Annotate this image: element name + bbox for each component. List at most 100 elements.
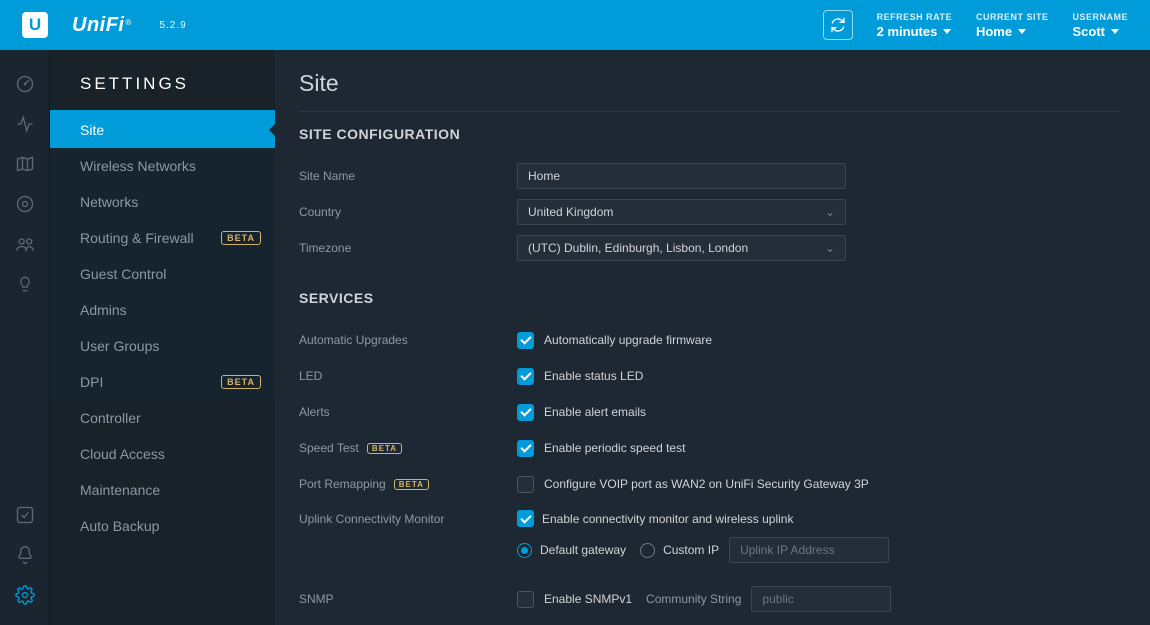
nav-devices[interactable] — [0, 184, 50, 224]
beta-badge: BETA — [221, 375, 261, 389]
sidebar-item-label: Routing & Firewall — [80, 230, 194, 246]
sidebar-item-label: Guest Control — [80, 266, 166, 282]
current-site-selector[interactable]: CURRENT SITE Home — [976, 12, 1049, 39]
section-services: SERVICES — [299, 290, 1122, 306]
timezone-select[interactable]: (UTC) Dublin, Edinburgh, Lisbon, London … — [517, 235, 846, 261]
port-remap-checkbox[interactable] — [517, 476, 534, 493]
sidebar-item-user-groups[interactable]: User Groups — [50, 328, 275, 364]
snmp-cs-input[interactable] — [751, 586, 891, 612]
nav-insights[interactable] — [0, 264, 50, 304]
led-checkbox[interactable] — [517, 368, 534, 385]
nav-events[interactable] — [0, 495, 50, 535]
settings-nav: SETTINGS Site Wireless Networks Networks Ro… — [50, 50, 275, 625]
sidebar-item-site[interactable]: Site — [50, 112, 275, 148]
snmp-label: SNMP — [299, 592, 517, 606]
speedtest-checkbox[interactable] — [517, 440, 534, 457]
sidebar-item-label: User Groups — [80, 338, 159, 354]
chevron-down-icon: ⌄ — [825, 241, 835, 255]
auto-upgrades-checkbox[interactable] — [517, 332, 534, 349]
check-square-icon — [15, 505, 35, 525]
country-select[interactable]: United Kingdom ⌄ — [517, 199, 846, 225]
uplink-default-gateway-radio[interactable] — [517, 543, 532, 558]
nav-dashboard[interactable] — [0, 64, 50, 104]
uplink-custom-ip-radio[interactable] — [640, 543, 655, 558]
site-name-label: Site Name — [299, 169, 517, 183]
speedtest-label: Speed Test — [299, 441, 359, 455]
uplink-default-gateway-text[interactable]: Default gateway — [540, 543, 626, 557]
chevron-down-icon: ⌄ — [825, 205, 835, 219]
chevron-down-icon — [1018, 29, 1026, 34]
beta-badge: BETA — [221, 231, 261, 245]
settings-title: SETTINGS — [50, 50, 275, 112]
sidebar-item-routing-firewall[interactable]: Routing & Firewall BETA — [50, 220, 275, 256]
port-remap-text[interactable]: Configure VOIP port as WAN2 on UniFi Sec… — [544, 477, 869, 491]
uplink-text[interactable]: Enable connectivity monitor and wireless… — [542, 512, 793, 526]
app-header: U UniFi® 5.2.9 REFRESH RATE 2 minutes CU… — [0, 0, 1150, 50]
led-text[interactable]: Enable status LED — [544, 369, 643, 383]
icon-strip — [0, 50, 50, 625]
map-icon — [15, 154, 35, 174]
nav-settings[interactable] — [0, 575, 50, 615]
sidebar-item-auto-backup[interactable]: Auto Backup — [50, 508, 275, 544]
alerts-checkbox[interactable] — [517, 404, 534, 421]
content-area: Site SITE CONFIGURATION Site Name Countr… — [275, 50, 1150, 625]
nav-alerts[interactable] — [0, 535, 50, 575]
chevron-down-icon — [943, 29, 951, 34]
snmp-checkbox[interactable] — [517, 591, 534, 608]
sidebar-item-label: Wireless Networks — [80, 158, 196, 174]
nav-clients[interactable] — [0, 224, 50, 264]
nav-statistics[interactable] — [0, 104, 50, 144]
sidebar-item-networks[interactable]: Networks — [50, 184, 275, 220]
sidebar-item-maintenance[interactable]: Maintenance — [50, 472, 275, 508]
country-label: Country — [299, 205, 517, 219]
uplink-custom-ip-text[interactable]: Custom IP — [663, 543, 719, 557]
sidebar-item-label: Networks — [80, 194, 138, 210]
activity-icon — [15, 114, 35, 134]
uplink-label: Uplink Connectivity Monitor — [299, 510, 517, 526]
sidebar-item-guest-control[interactable]: Guest Control — [50, 256, 275, 292]
beta-badge: BETA — [394, 479, 429, 490]
sidebar-item-admins[interactable]: Admins — [50, 292, 275, 328]
sidebar-item-label: Controller — [80, 410, 141, 426]
users-icon — [14, 234, 36, 254]
section-site-config: SITE CONFIGURATION — [299, 126, 1122, 142]
site-name-input[interactable] — [517, 163, 846, 189]
sidebar-item-dpi[interactable]: DPI BETA — [50, 364, 275, 400]
refresh-button[interactable] — [823, 10, 853, 40]
page-title: Site — [299, 70, 1122, 112]
speedtest-text[interactable]: Enable periodic speed test — [544, 441, 685, 455]
sidebar-item-label: Cloud Access — [80, 446, 165, 462]
sidebar-item-controller[interactable]: Controller — [50, 400, 275, 436]
circle-dot-icon — [15, 194, 35, 214]
lightbulb-icon — [16, 275, 34, 293]
uplink-checkbox[interactable] — [517, 510, 534, 527]
snmp-text[interactable]: Enable SNMPv1 — [544, 592, 632, 606]
gear-icon — [15, 585, 35, 605]
sidebar-item-label: Site — [80, 122, 104, 138]
brand-text: UniFi® — [72, 14, 131, 37]
sidebar-item-wireless-networks[interactable]: Wireless Networks — [50, 148, 275, 184]
sidebar-item-label: Maintenance — [80, 482, 160, 498]
beta-badge: BETA — [367, 443, 402, 454]
auto-upgrades-label: Automatic Upgrades — [299, 333, 517, 347]
uplink-ip-input[interactable] — [729, 537, 889, 563]
snmp-cs-label: Community String — [646, 592, 741, 606]
alerts-label: Alerts — [299, 405, 517, 419]
gauge-icon — [15, 74, 35, 94]
refresh-icon — [830, 17, 846, 33]
refresh-rate-selector[interactable]: REFRESH RATE 2 minutes — [877, 12, 952, 39]
bell-icon — [15, 545, 35, 565]
logo-icon: U — [22, 12, 48, 38]
sidebar-item-label: Auto Backup — [80, 518, 159, 534]
chevron-down-icon — [1111, 29, 1119, 34]
led-label: LED — [299, 369, 517, 383]
timezone-label: Timezone — [299, 241, 517, 255]
auto-upgrades-text[interactable]: Automatically upgrade firmware — [544, 333, 712, 347]
version-label: 5.2.9 — [159, 20, 186, 31]
alerts-text[interactable]: Enable alert emails — [544, 405, 646, 419]
username-selector[interactable]: USERNAME Scott — [1072, 12, 1128, 39]
sidebar-item-label: Admins — [80, 302, 127, 318]
sidebar-item-label: DPI — [80, 374, 103, 390]
sidebar-item-cloud-access[interactable]: Cloud Access — [50, 436, 275, 472]
nav-map[interactable] — [0, 144, 50, 184]
